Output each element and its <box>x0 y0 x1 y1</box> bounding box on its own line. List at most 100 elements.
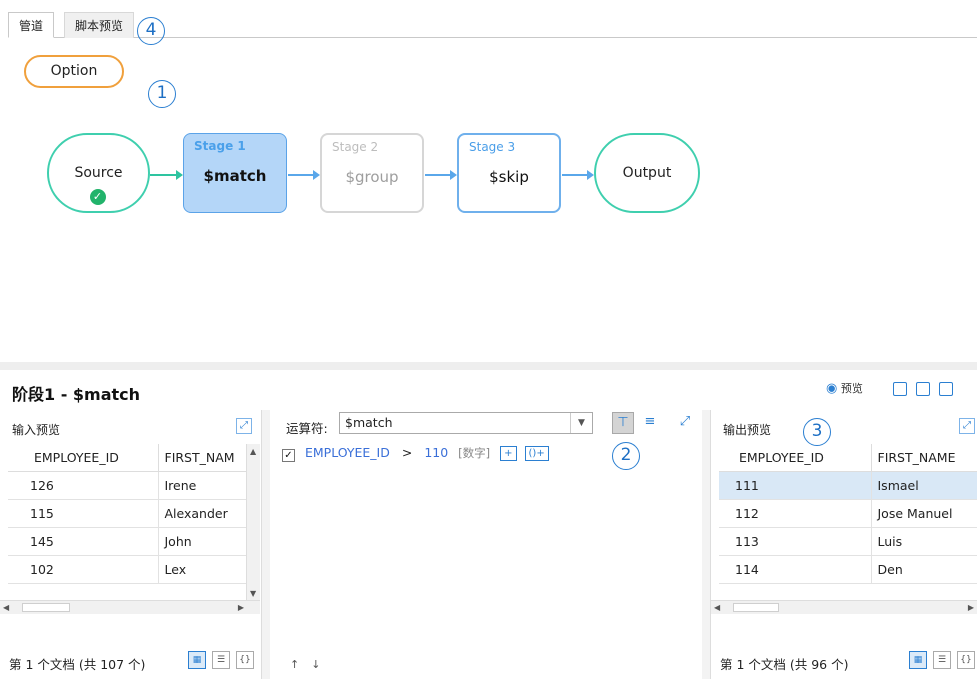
output-doc-count: 第 1 个文档 (共 96 个) <box>720 657 849 672</box>
stage-1-operator: $match <box>203 167 267 185</box>
output-preview-pane: 输出预览 ⤢ EMPLOYEE_ID FIRST_NAME 111 Ismael … <box>710 410 977 679</box>
pane-divider-right[interactable] <box>702 410 710 679</box>
scroll-left-icon[interactable]: ◀ <box>714 603 720 612</box>
stage-3-operator: $skip <box>489 168 529 186</box>
column-header-employee-id[interactable]: EMPLOYEE_ID <box>719 444 872 472</box>
table-row[interactable]: 115 Alexander <box>8 499 256 528</box>
cell-employee-id[interactable]: 112 <box>719 499 872 528</box>
table-row[interactable]: 102 Lex <box>8 555 256 584</box>
scroll-thumb[interactable] <box>733 603 779 612</box>
grid-view-icon[interactable]: ▦ <box>909 651 927 669</box>
scroll-right-icon[interactable]: ▶ <box>968 603 974 612</box>
table-row[interactable]: 126 Irene <box>8 471 256 500</box>
output-horizontal-scrollbar[interactable]: ◀ ▶ <box>711 600 977 614</box>
move-arrows[interactable]: ↑↓ <box>290 658 332 671</box>
condition-row[interactable]: ✓ EMPLOYEE_ID > 110 [数字] + ()+ <box>282 445 549 462</box>
stage-2-operator: $group <box>345 168 399 186</box>
input-horizontal-scrollbar[interactable]: ◀ ▶ <box>0 600 260 614</box>
grid-view-icon[interactable]: ▦ <box>188 651 206 669</box>
scroll-down-icon[interactable]: ▼ <box>250 589 256 598</box>
input-vertical-scrollbar[interactable]: ▲ ▼ <box>246 444 260 600</box>
layout-bottom-icon[interactable] <box>916 382 930 396</box>
output-node[interactable]: Output <box>594 133 700 213</box>
table-row[interactable]: 111 Ismael <box>719 471 977 500</box>
operator-select[interactable]: $match ▼ <box>339 412 593 434</box>
expand-operator-icon[interactable]: ⤢ <box>674 412 696 434</box>
condition-operator[interactable]: > <box>402 445 412 460</box>
stage-3-title: Stage 3 <box>469 140 516 154</box>
table-row[interactable]: 112 Jose Manuel <box>719 499 977 528</box>
cell-employee-id[interactable]: 126 <box>8 471 159 500</box>
json-view-icon[interactable]: {} <box>957 651 975 669</box>
add-group-button[interactable]: ()+ <box>524 446 549 461</box>
cell-first-name[interactable]: Irene <box>158 471 256 500</box>
cell-first-name[interactable]: Lex <box>158 555 256 584</box>
scroll-thumb[interactable] <box>22 603 70 612</box>
table-row[interactable]: 114 Den <box>719 555 977 584</box>
callout-1: 1 <box>148 80 176 108</box>
cell-first-name[interactable]: John <box>158 527 256 556</box>
cell-first-name[interactable]: Jose Manuel <box>871 499 977 528</box>
option-button[interactable]: Option <box>24 55 124 88</box>
input-preview-pane: 输入预览 ⤢ EMPLOYEE_ID FIRST_NAM 126 Irene 11… <box>0 410 262 679</box>
cell-first-name[interactable]: Alexander <box>158 499 256 528</box>
column-header-first-name[interactable]: FIRST_NAME <box>871 444 977 472</box>
stage-1-node[interactable]: Stage 1 $match <box>183 133 287 213</box>
check-success-icon: ✓ <box>89 189 106 205</box>
splitter[interactable] <box>0 362 977 370</box>
input-preview-table: EMPLOYEE_ID FIRST_NAM 126 Irene 115 Alexan… <box>8 444 256 584</box>
stage-3-node[interactable]: Stage 3 $skip <box>457 133 561 213</box>
cell-employee-id[interactable]: 145 <box>8 527 159 556</box>
cell-first-name[interactable]: Den <box>871 555 977 584</box>
cell-employee-id[interactable]: 115 <box>8 499 159 528</box>
cell-employee-id[interactable]: 114 <box>719 555 872 584</box>
cell-employee-id[interactable]: 102 <box>8 555 159 584</box>
condition-field[interactable]: EMPLOYEE_ID <box>305 445 390 460</box>
operator-label: 运算符: <box>286 421 328 436</box>
condition-checkbox[interactable]: ✓ <box>282 449 295 462</box>
cell-first-name[interactable]: Ismael <box>871 471 977 500</box>
expand-input-icon[interactable]: ⤢ <box>236 418 252 434</box>
json-view-icon[interactable]: {} <box>236 651 254 669</box>
operator-select-value: $match <box>345 415 393 430</box>
add-condition-button[interactable]: + <box>500 446 517 461</box>
arrow-stage3-to-output <box>562 170 594 180</box>
stage-2-title: Stage 2 <box>332 140 379 154</box>
column-header-employee-id[interactable]: EMPLOYEE_ID <box>8 444 159 472</box>
expand-output-icon[interactable]: ⤢ <box>959 418 975 434</box>
table-row[interactable]: 113 Luis <box>719 527 977 556</box>
scroll-left-icon[interactable]: ◀ <box>3 603 9 612</box>
column-header-first-name[interactable]: FIRST_NAM <box>158 444 256 472</box>
arrow-source-to-stage1 <box>150 170 183 180</box>
stage-2-node[interactable]: Stage 2 $group <box>320 133 424 213</box>
layout-left-icon[interactable] <box>893 382 907 396</box>
table-header-row: EMPLOYEE_ID FIRST_NAM <box>8 444 256 472</box>
tab-pipeline[interactable]: 管道 <box>8 12 55 38</box>
callout-2: 2 <box>612 442 640 470</box>
chevron-down-icon[interactable]: ▼ <box>570 413 592 433</box>
cell-first-name[interactable]: Luis <box>871 527 977 556</box>
tree-view-button[interactable]: ⊤ <box>612 412 634 434</box>
table-row[interactable]: 145 John <box>8 527 256 556</box>
preview-toggle[interactable]: ◉ 预览 <box>826 380 863 396</box>
preview-toggle-label: 预览 <box>840 382 863 395</box>
stage-1-title: Stage 1 <box>194 139 246 153</box>
arrow-stage1-to-stage2 <box>288 170 320 180</box>
scroll-up-icon[interactable]: ▲ <box>250 447 256 456</box>
table-header-row: EMPLOYEE_ID FIRST_NAME <box>719 444 977 472</box>
stage-editor-title: 阶段1 - $match <box>12 385 141 404</box>
cell-employee-id[interactable]: 113 <box>719 527 872 556</box>
pane-divider-left[interactable] <box>262 410 270 679</box>
list-view-icon[interactable]: ☰ <box>933 651 951 669</box>
condition-value[interactable]: 110 <box>424 445 448 460</box>
list-view-icon[interactable]: ☰ <box>212 651 230 669</box>
source-node[interactable]: Source ✓ <box>47 133 150 213</box>
cell-employee-id[interactable]: 111 <box>719 471 872 500</box>
layout-right-icon[interactable] <box>939 382 953 396</box>
scroll-right-icon[interactable]: ▶ <box>238 603 244 612</box>
input-preview-title: 输入预览 <box>12 423 61 437</box>
tab-script-preview[interactable]: 脚本预览 <box>64 12 135 38</box>
condition-type: [数字] <box>458 446 491 460</box>
text-view-button[interactable]: ≡ <box>639 412 661 434</box>
source-label: Source <box>74 165 123 181</box>
